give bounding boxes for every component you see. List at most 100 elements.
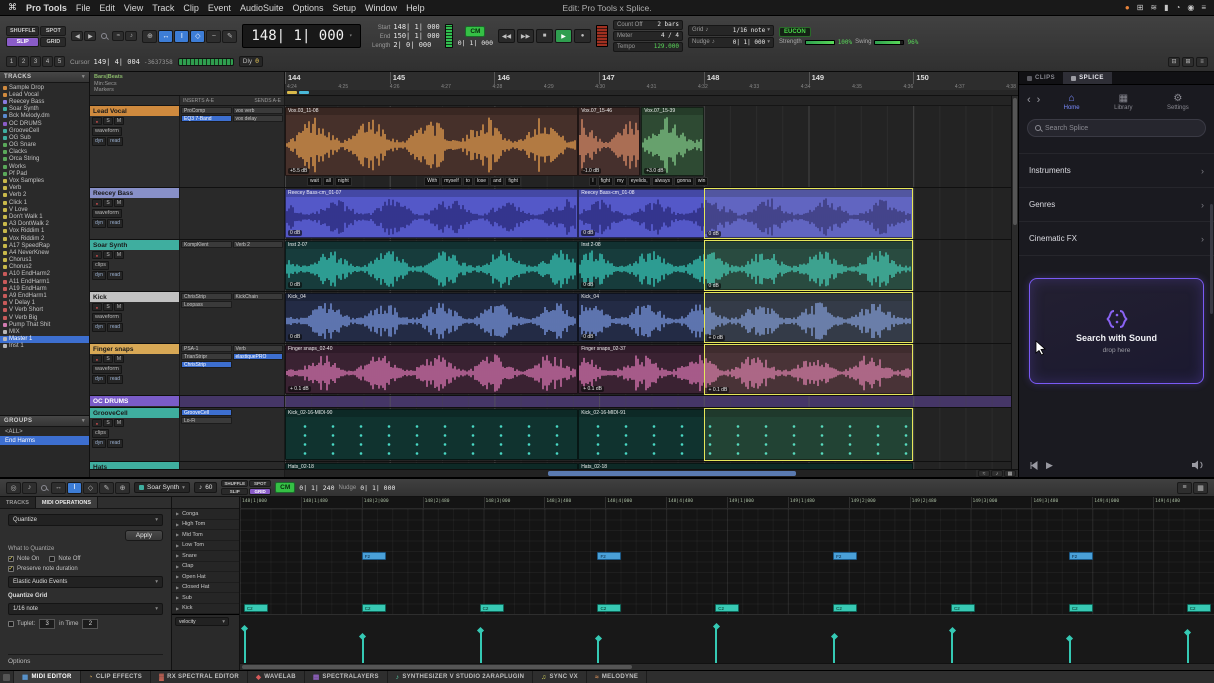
- app-menu[interactable]: Pro Tools: [26, 3, 67, 13]
- track-header[interactable]: Lead Vocal ● S M waveform dyn read: [90, 106, 180, 187]
- clip[interactable]: Vox.07_15-39 +3.0 dB: [641, 107, 703, 176]
- record-button[interactable]: ●: [574, 29, 591, 43]
- velocity-stem[interactable]: [1069, 639, 1071, 663]
- previous-button[interactable]: [1029, 461, 1038, 470]
- track-automation-button[interactable]: dyn: [92, 137, 106, 146]
- chevron-down-icon[interactable]: ▾: [82, 418, 85, 424]
- play-button[interactable]: ▶: [555, 29, 572, 43]
- track-mute-button[interactable]: M: [114, 355, 124, 363]
- track-name[interactable]: Reecey Bass: [90, 188, 179, 198]
- track-automation-mode[interactable]: read: [107, 439, 123, 448]
- ruler-name[interactable]: Min:Secs: [94, 81, 280, 87]
- audio-zoom-button[interactable]: ≈: [978, 470, 990, 477]
- edit-mode-button[interactable]: SHUFFLE: [6, 26, 39, 36]
- menu-item[interactable]: Clip: [183, 3, 199, 13]
- insert-slot[interactable]: EQ3 7-Band: [181, 115, 232, 122]
- track-list-item[interactable]: A11 EndHarm1: [0, 278, 89, 285]
- panel-tab[interactable]: SPLICE: [1063, 72, 1112, 84]
- track-record-button[interactable]: ●: [92, 117, 102, 125]
- notation-view-icon[interactable]: ♪: [22, 482, 37, 494]
- category-row[interactable]: Cinematic FX ›: [1019, 222, 1214, 256]
- lane-play-icon[interactable]: ▶: [176, 564, 179, 569]
- edit-mode-button[interactable]: SLIP: [221, 488, 248, 495]
- track-list-item[interactable]: GrooveCell: [0, 127, 89, 134]
- bar-number[interactable]: 150: [913, 72, 1018, 84]
- lyric-marker[interactable]: With: [424, 177, 440, 186]
- zoom-out-arrow[interactable]: ◀: [71, 31, 83, 41]
- marker-chip[interactable]: [287, 91, 297, 94]
- velocity-lane-select[interactable]: velocity ▾: [175, 617, 229, 626]
- lane-play-icon[interactable]: ▶: [176, 522, 179, 527]
- midi-note[interactable]: F2: [597, 552, 621, 560]
- scrubber-tool[interactable]: ~: [206, 30, 221, 43]
- lyric-marker[interactable]: lose: [474, 177, 489, 186]
- keyboard-focus-badge[interactable]: CM: [465, 26, 485, 37]
- battery-icon[interactable]: ▮: [1164, 3, 1168, 12]
- lane-play-icon[interactable]: ▶: [176, 574, 179, 579]
- menu-item[interactable]: Event: [208, 3, 231, 13]
- midi-note[interactable]: F2: [1069, 552, 1093, 560]
- splice-scrollbar[interactable]: [1210, 204, 1213, 314]
- drum-lane-name[interactable]: ▶ Kick: [172, 604, 239, 615]
- midi-note[interactable]: F2: [362, 552, 386, 560]
- track-lane[interactable]: Hats_02-18 Hats_02-18: [285, 462, 1018, 469]
- group-item[interactable]: <ALL>: [0, 427, 89, 436]
- insert-slot[interactable]: ChrisStrip: [181, 293, 232, 300]
- bar-number[interactable]: 148: [704, 72, 809, 84]
- lane-play-icon[interactable]: ▶: [176, 543, 179, 548]
- drum-lane-name[interactable]: ▶ Open Hat: [172, 572, 239, 583]
- track-solo-button[interactable]: S: [103, 251, 113, 259]
- lyric-marker[interactable]: fight: [598, 177, 613, 186]
- insert-slot[interactable]: Lo-Fi: [181, 417, 232, 424]
- track-automation-mode[interactable]: read: [107, 137, 123, 146]
- bar-number[interactable]: 145: [390, 72, 495, 84]
- track-mute-button[interactable]: M: [114, 303, 124, 311]
- lane-play-icon[interactable]: ▶: [176, 553, 179, 558]
- track-view-selector[interactable]: clips: [92, 429, 109, 438]
- track-list-item[interactable]: A9 EndHarm1: [0, 292, 89, 299]
- trim-tool[interactable]: ↔: [158, 30, 173, 43]
- velocity-stem[interactable]: [480, 631, 482, 663]
- track-list-item[interactable]: Lead Vocal: [0, 91, 89, 98]
- edit-mode-button[interactable]: SPOT: [40, 26, 66, 36]
- edit-mode-button[interactable]: GRID: [249, 488, 271, 495]
- midi-track-selector[interactable]: Soar Synth ▾: [134, 482, 190, 493]
- track-list-item[interactable]: V Delay 1: [0, 300, 89, 307]
- control-center-icon[interactable]: ◔: [1176, 3, 1181, 12]
- midi-note[interactable]: C2: [1187, 604, 1211, 612]
- track-record-button[interactable]: ●: [92, 199, 102, 207]
- track-view-selector[interactable]: waveform: [92, 365, 122, 374]
- track-name[interactable]: GrooveCell: [90, 408, 179, 418]
- track-list-item[interactable]: Reecey Bass: [0, 98, 89, 105]
- track-list-item[interactable]: Master 1: [0, 336, 89, 343]
- zoom-preset-button[interactable]: 4: [42, 56, 53, 67]
- category-row[interactable]: Genres ›: [1019, 188, 1214, 222]
- midi-note[interactable]: C2: [480, 604, 504, 612]
- search-input[interactable]: Search Splice: [1027, 119, 1206, 137]
- options-section[interactable]: Options: [8, 654, 163, 665]
- note-area[interactable]: [240, 509, 1214, 614]
- zoom-in-arrow[interactable]: ▶: [84, 31, 96, 41]
- grabber-tool[interactable]: ◇: [190, 30, 205, 43]
- search-with-sound-card[interactable]: Search with Sound drop here: [1029, 278, 1204, 384]
- track-name[interactable]: Finger snaps: [90, 344, 179, 354]
- drum-lane-name[interactable]: ▶ Snare: [172, 551, 239, 562]
- track-header[interactable]: GrooveCell ● S M clips dyn read: [90, 408, 180, 461]
- track-list-item[interactable]: Vox Samples: [0, 177, 89, 184]
- lane-play-icon[interactable]: ▶: [176, 585, 179, 590]
- stop-button[interactable]: ■: [536, 29, 553, 43]
- track-header[interactable]: Finger snaps ● S M waveform dyn read: [90, 344, 180, 395]
- track-automation-button[interactable]: dyn: [92, 219, 106, 228]
- track-solo-button[interactable]: S: [103, 199, 113, 207]
- track-record-button[interactable]: ●: [92, 303, 102, 311]
- edit-mode-button[interactable]: SHUFFLE: [221, 480, 248, 487]
- wifi-icon[interactable]: ≋: [1150, 3, 1157, 12]
- tuplet-value-field[interactable]: 3: [39, 619, 55, 629]
- lane-play-icon[interactable]: ▶: [176, 532, 179, 537]
- insert-slot[interactable]: Loopass: [181, 301, 232, 308]
- lyric-marker[interactable]: to: [463, 177, 473, 186]
- track-list-item[interactable]: Clacks: [0, 149, 89, 156]
- tracks-list-header[interactable]: TRACKS ▾: [0, 72, 89, 83]
- swing-slider[interactable]: [874, 40, 904, 45]
- bar-number[interactable]: 147: [599, 72, 704, 84]
